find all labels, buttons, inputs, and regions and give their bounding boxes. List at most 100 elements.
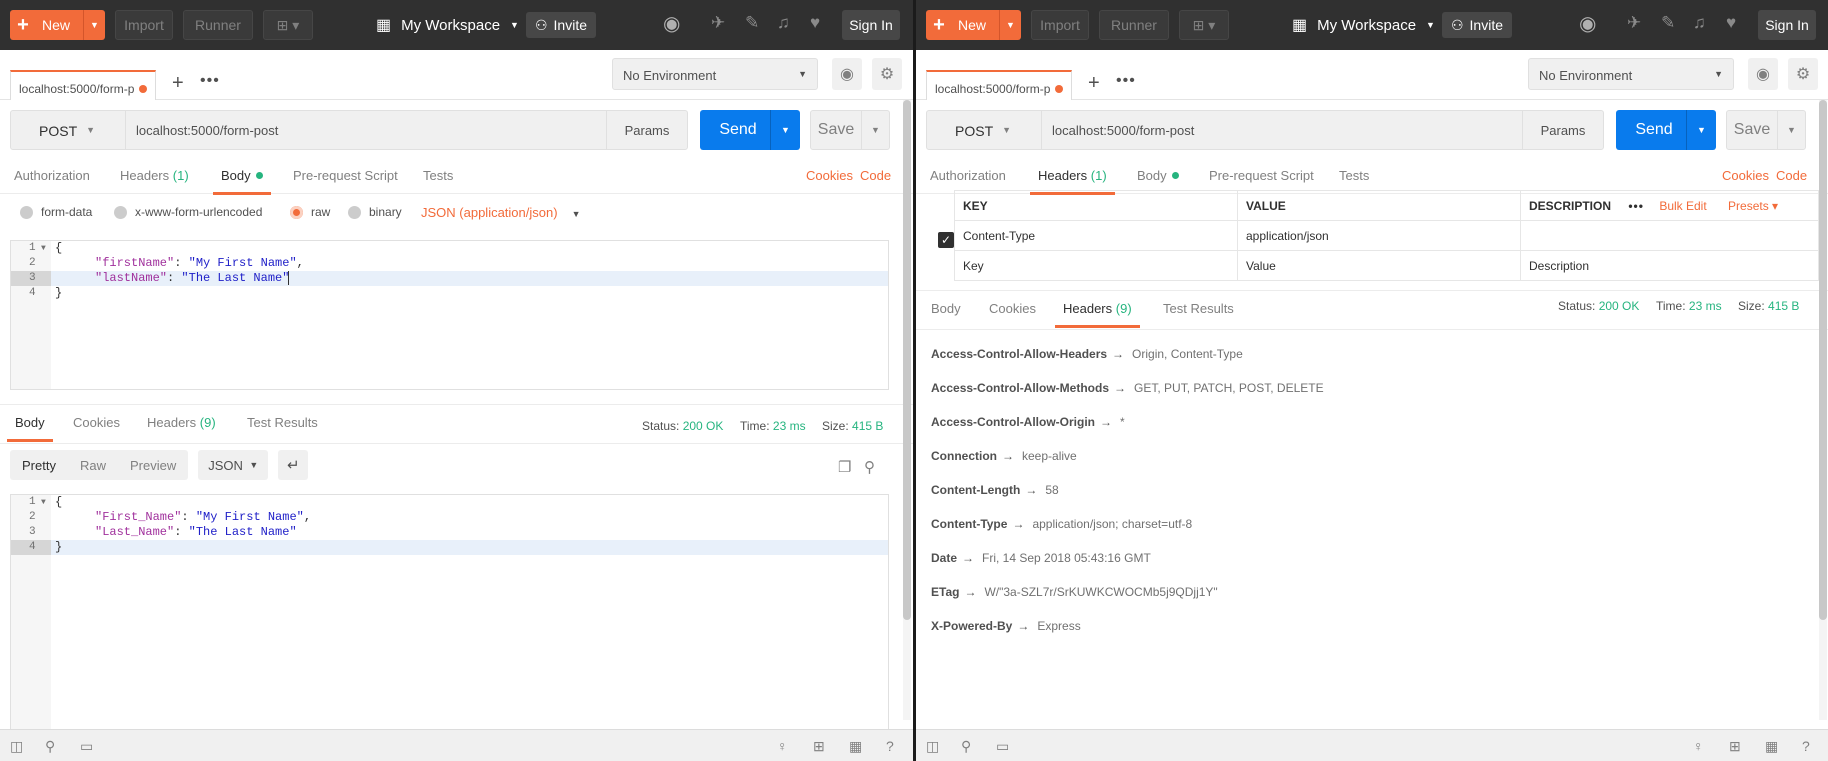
gear-icon[interactable]: ⚙ (872, 58, 902, 90)
new-window-button[interactable]: ⊞ ▾ (263, 10, 313, 40)
chevron-down-icon[interactable]: ▼ (1686, 110, 1716, 150)
send-button[interactable]: Send ▼ (700, 110, 800, 150)
fold-arrow-icon[interactable]: ▼ (41, 495, 46, 510)
invite-button[interactable]: ⚇ Invite (1442, 12, 1512, 38)
interceptor-icon[interactable]: ✈ (1627, 13, 1641, 33)
fold-arrow-icon[interactable]: ▼ (41, 241, 46, 256)
tab-authorization[interactable]: Authorization (14, 168, 90, 183)
browse-icon[interactable]: ▦ (849, 738, 862, 755)
runner-button[interactable]: Runner (183, 10, 253, 40)
header-value-cell[interactable]: application/json (1237, 220, 1521, 251)
wrench-icon[interactable]: ✎ (745, 13, 759, 33)
interceptor-icon[interactable]: ✈ (711, 13, 725, 33)
sign-in-button[interactable]: Sign In (1758, 10, 1816, 40)
radio-binary[interactable]: binary (348, 205, 402, 219)
scrollbar-thumb[interactable] (903, 100, 911, 620)
tab-tests[interactable]: Tests (423, 168, 453, 183)
cookies-link[interactable]: Cookies (806, 168, 853, 183)
runner-button[interactable]: Runner (1099, 10, 1169, 40)
radio-urlencoded[interactable]: x-www-form-urlencoded (114, 205, 262, 219)
content-type-select[interactable]: JSON (application/json) ▼ (421, 205, 580, 220)
header-key-cell[interactable]: Content-Type (954, 220, 1238, 251)
save-button[interactable]: Save ▼ (810, 110, 890, 150)
more-tabs-icon[interactable]: ••• (200, 72, 220, 90)
url-input[interactable]: localhost:5000/form-post (126, 110, 606, 150)
environment-select[interactable]: No Environment ▼ (1528, 58, 1734, 90)
sync-icon[interactable]: ◉ (663, 11, 680, 36)
response-tab-cookies[interactable]: Cookies (73, 415, 120, 430)
chevron-down-icon[interactable]: ▼ (83, 10, 105, 40)
request-tab[interactable]: localhost:5000/form-p (926, 70, 1072, 100)
eye-icon[interactable]: ◉ (1748, 58, 1778, 90)
key-input[interactable]: Key (954, 250, 1238, 281)
bootcamp-icon[interactable]: ♀ (1693, 738, 1704, 754)
more-tabs-icon[interactable]: ••• (1116, 72, 1136, 90)
tab-pre-request-script[interactable]: Pre-request Script (1209, 168, 1314, 183)
header-enabled-checkbox[interactable]: ✓ (938, 232, 954, 248)
description-input[interactable]: Description (1520, 250, 1819, 281)
more-options-icon[interactable]: ••• (1628, 199, 1644, 213)
send-button[interactable]: Send ▼ (1616, 110, 1716, 150)
help-icon[interactable]: ? (1802, 738, 1810, 754)
response-tab-body[interactable]: Body (7, 415, 53, 442)
copy-icon[interactable]: ❐ (838, 458, 851, 476)
environment-select[interactable]: No Environment ▼ (612, 58, 818, 90)
sync-icon[interactable]: ◉ (1579, 11, 1596, 36)
radio-raw[interactable]: raw (290, 205, 330, 219)
chevron-down-icon[interactable]: ▼ (770, 110, 800, 150)
params-button[interactable]: Params (1522, 110, 1604, 150)
tab-pre-request-script[interactable]: Pre-request Script (293, 168, 398, 183)
layout-toggle-icon[interactable]: ⊞ (813, 738, 825, 755)
workspace-selector[interactable]: ▦ My Workspace ▼ (376, 10, 519, 40)
sidebar-toggle-icon[interactable]: ◫ (10, 738, 23, 755)
wrap-lines-icon[interactable]: ↵ (278, 450, 309, 480)
layout-toggle-icon[interactable]: ⊞ (1729, 738, 1741, 755)
tab-authorization[interactable]: Authorization (930, 168, 1006, 183)
response-format-select[interactable]: JSON ▼ (198, 450, 269, 480)
console-icon[interactable]: ▭ (996, 738, 1009, 755)
workspace-selector[interactable]: ▦ My Workspace ▼ (1292, 10, 1435, 40)
tab-headers[interactable]: Headers (1) (120, 168, 189, 183)
help-icon[interactable]: ? (886, 738, 894, 754)
request-tab[interactable]: localhost:5000/form-p (10, 70, 156, 100)
gear-icon[interactable]: ⚙ (1788, 58, 1818, 90)
response-tab-test-results[interactable]: Test Results (247, 415, 318, 430)
new-button[interactable]: + New ▼ (10, 10, 105, 40)
search-icon[interactable]: ⚲ (864, 458, 875, 476)
header-description-cell[interactable] (1520, 220, 1819, 251)
method-select[interactable]: POST ▼ (10, 110, 126, 150)
vertical-scrollbar[interactable] (903, 100, 911, 720)
response-tab-body[interactable]: Body (931, 301, 961, 316)
wrench-icon[interactable]: ✎ (1661, 13, 1675, 33)
response-body-viewer[interactable]: 1 ▼ 2 3 4 { "First_Name": "My First Name"… (10, 494, 889, 730)
console-icon[interactable]: ▭ (80, 738, 93, 755)
bootcamp-icon[interactable]: ♀ (777, 738, 788, 754)
browse-icon[interactable]: ▦ (1765, 738, 1778, 755)
sidebar-toggle-icon[interactable]: ◫ (926, 738, 939, 755)
new-tab-plus-icon[interactable]: + (172, 72, 184, 95)
bell-icon[interactable]: ♫ (777, 13, 790, 33)
new-button[interactable]: + New ▼ (926, 10, 1021, 40)
response-tab-cookies[interactable]: Cookies (989, 301, 1036, 316)
find-icon[interactable]: ⚲ (961, 738, 971, 755)
invite-button[interactable]: ⚇ Invite (526, 12, 596, 38)
code-link[interactable]: Code (1776, 168, 1807, 183)
find-icon[interactable]: ⚲ (45, 738, 55, 755)
bell-icon[interactable]: ♫ (1693, 13, 1706, 33)
response-tab-headers[interactable]: Headers (9) (147, 415, 216, 430)
cookies-link[interactable]: Cookies (1722, 168, 1769, 183)
params-button[interactable]: Params (606, 110, 688, 150)
new-window-button[interactable]: ⊞ ▾ (1179, 10, 1229, 40)
value-input[interactable]: Value (1237, 250, 1521, 281)
sign-in-button[interactable]: Sign In (842, 10, 900, 40)
scrollbar-thumb[interactable] (1819, 100, 1827, 620)
chevron-down-icon[interactable]: ▼ (1777, 111, 1805, 149)
response-tab-headers[interactable]: Headers (9) (1055, 301, 1140, 328)
heart-icon[interactable]: ♥ (1726, 13, 1736, 33)
chevron-down-icon[interactable]: ▼ (861, 111, 889, 149)
tab-headers[interactable]: Headers (1) (1030, 168, 1115, 195)
heart-icon[interactable]: ♥ (810, 13, 820, 33)
preview-button[interactable]: Preview (118, 458, 188, 473)
eye-icon[interactable]: ◉ (832, 58, 862, 90)
new-tab-plus-icon[interactable]: + (1088, 72, 1100, 95)
